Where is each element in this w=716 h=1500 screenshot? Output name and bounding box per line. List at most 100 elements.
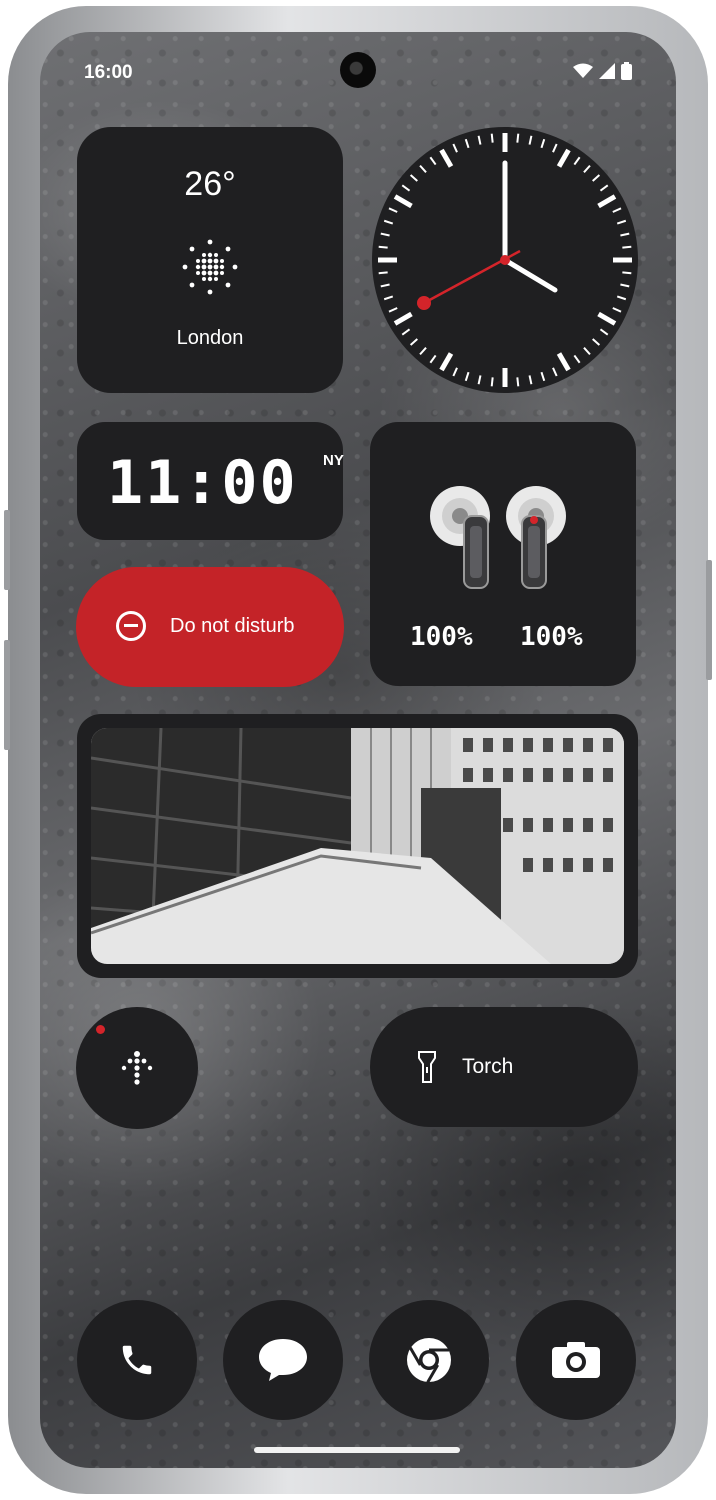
minute-tick [592,174,601,182]
earbuds-icon [430,486,566,589]
world-clock-widget[interactable]: 11:00 NY [77,422,344,540]
volume-button [4,510,10,590]
minute-tick [540,371,546,382]
minute-tick [429,354,437,364]
world-clock-zone: NY [323,452,344,469]
minute-tick [452,143,458,153]
minute-tick [552,143,558,153]
notification-dot [96,1025,105,1034]
hour-tick [439,352,454,372]
do-not-disturb-toggle[interactable]: Do not disturb [76,567,344,687]
analog-clock-widget[interactable] [372,127,638,393]
minute-tick [622,271,632,275]
torch-toggle[interactable]: Torch [370,1007,638,1127]
compass-icon [121,1051,153,1085]
minute-tick [528,135,533,145]
minute-tick [616,219,627,225]
hour-hand [502,257,558,293]
minute-tick [490,377,494,387]
sun-icon [182,239,238,295]
minute-tick [380,283,390,288]
minute-tick [573,354,581,364]
world-clock-time: 11:00 [107,448,298,518]
do-not-disturb-label: Do not disturb [170,615,295,637]
compass-button[interactable] [76,1007,198,1129]
minute-tick [583,347,591,356]
minute-tick [620,232,630,237]
home-indicator[interactable] [254,1447,460,1453]
hour-tick [439,148,454,168]
chrome-app[interactable] [369,1300,489,1420]
status-time: 16:00 [84,62,133,83]
weather-widget[interactable]: 26° London [77,127,343,393]
minute-tick [540,138,546,149]
minute-tick [620,283,630,288]
photo-image [91,728,624,964]
power-button [706,560,712,680]
right-earbud-battery: 100% [520,622,583,652]
minute-tick [388,207,398,213]
minute-tick [599,184,609,192]
minute-tick [419,347,427,356]
minute-tick [429,156,437,166]
earbuds-battery-widget[interactable]: 100% 100% [370,422,636,686]
hour-tick [556,352,571,372]
minute-tick [383,219,394,225]
minute-tick [599,328,609,336]
minute-tick [490,133,494,143]
camera-icon [552,1342,600,1378]
minute-tick [622,245,632,249]
torch-icon [418,1051,436,1083]
messages-icon [259,1339,307,1381]
minute-tick [528,375,533,385]
minute-tick [477,135,482,145]
minute-tick [464,371,470,382]
weather-city: London [176,327,244,349]
hour-tick [393,194,413,209]
photo-widget[interactable] [77,714,638,978]
minute-tick [409,174,418,182]
minute-tick [612,307,622,313]
hour-tick [597,194,617,209]
minute-tick [612,207,622,213]
battery-icon [621,62,632,80]
minute-tick [378,245,388,249]
minute-tick [583,164,591,173]
minute-tick [477,375,482,385]
minus-circle-icon [116,611,146,641]
phone-app[interactable] [77,1300,197,1420]
minute-tick [409,338,418,346]
wifi-icon [573,63,593,78]
hour-tick [597,311,617,326]
status-icons [573,62,632,80]
phone-icon [122,1345,152,1375]
front-camera [340,52,376,88]
minute-tick [592,338,601,346]
minute-tick [516,133,520,143]
weather-temperature: 26° [184,165,236,203]
minute-tick [383,295,394,301]
chrome-icon [407,1338,451,1384]
minute-tick [401,328,411,336]
minute-tick [452,367,458,377]
minute-tick [388,307,398,313]
minute-tick [378,271,388,275]
minute-tick [401,184,411,192]
signal-icon [599,63,615,79]
minute-tick [380,232,390,237]
torch-label: Torch [462,1055,514,1078]
messages-app[interactable] [223,1300,343,1420]
minute-tick [516,377,520,387]
minute-tick [552,367,558,377]
minute-tick [419,164,427,173]
left-earbud-battery: 100% [410,622,473,652]
minute-tick [464,138,470,149]
hour-tick [556,148,571,168]
hour-tick [393,311,413,326]
camera-app[interactable] [516,1300,636,1420]
home-screen: 16:00 26° London 11:00 NY 100% 100% Do n… [40,32,676,1468]
minute-tick [616,295,627,301]
clock-face [378,133,632,387]
volume-button [4,640,10,750]
minute-tick [573,156,581,166]
